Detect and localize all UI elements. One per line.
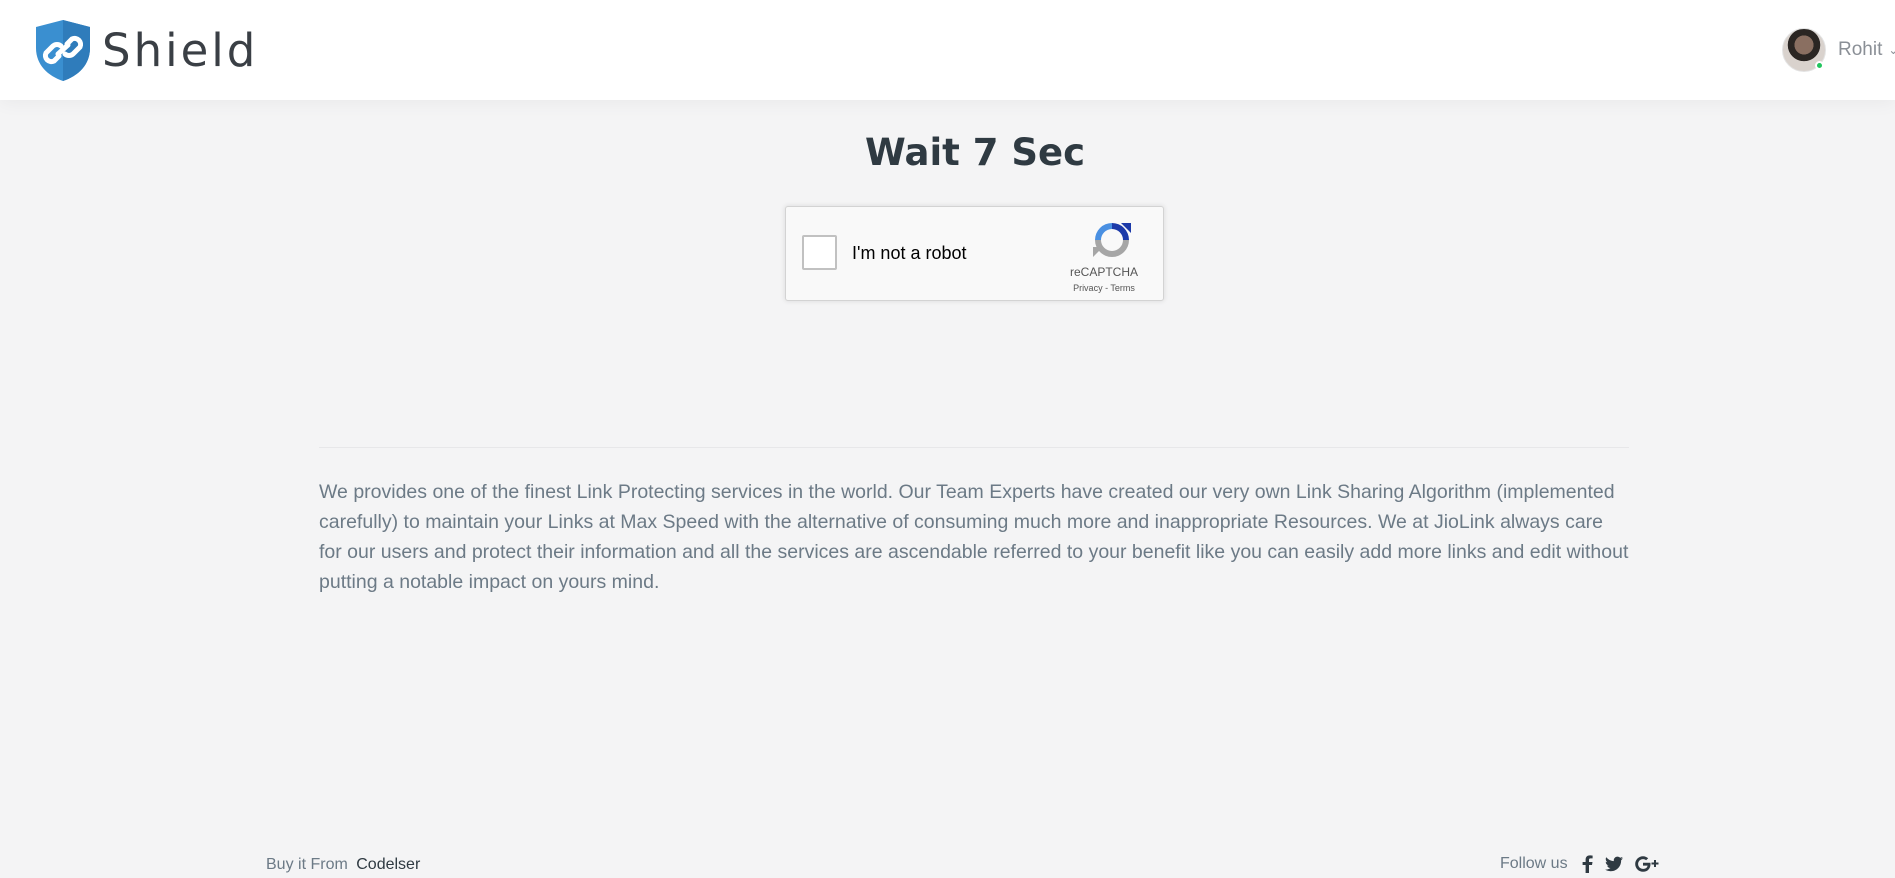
- captcha-links: Privacy - Terms: [1054, 283, 1154, 293]
- buy-label: Buy it From: [266, 856, 348, 873]
- online-status-dot: [1815, 61, 1824, 70]
- shield-link-icon: [36, 20, 90, 81]
- user-name[interactable]: Rohit: [1838, 39, 1882, 61]
- description-text: We provides one of the finest Link Prote…: [319, 481, 1629, 593]
- facebook-icon[interactable]: [1582, 855, 1593, 873]
- logo[interactable]: Shield: [32, 18, 258, 82]
- recaptcha-logo-icon: [1093, 223, 1131, 257]
- user-menu[interactable]: Rohit ⌄: [1782, 28, 1895, 72]
- social-icons: [1582, 855, 1661, 873]
- captcha-terms-link[interactable]: Terms: [1110, 283, 1135, 293]
- recaptcha-widget: I'm not a robot reCAPTCHA Privacy - Term…: [785, 206, 1164, 301]
- captcha-brand: reCAPTCHA: [1069, 265, 1138, 279]
- top-header: Shield Rohit ⌄: [0, 0, 1895, 100]
- page-title: Wait 7 Sec: [864, 131, 1085, 174]
- codelser-link[interactable]: Codelser: [356, 856, 420, 873]
- footer-credit: Buy it From Codelser: [266, 856, 420, 874]
- follow-label: Follow us: [1500, 855, 1568, 872]
- footer-social: Follow us: [1500, 855, 1661, 873]
- google-plus-icon[interactable]: [1634, 856, 1661, 872]
- captcha-label: I'm not a robot: [852, 243, 967, 263]
- twitter-icon[interactable]: [1604, 856, 1623, 872]
- avatar[interactable]: [1782, 28, 1826, 72]
- captcha-checkbox[interactable]: [802, 235, 837, 270]
- divider: [319, 447, 1629, 448]
- logo-text: Shield: [102, 23, 259, 77]
- captcha-privacy-link[interactable]: Privacy: [1073, 283, 1103, 293]
- chevron-down-icon[interactable]: ⌄: [1888, 43, 1895, 57]
